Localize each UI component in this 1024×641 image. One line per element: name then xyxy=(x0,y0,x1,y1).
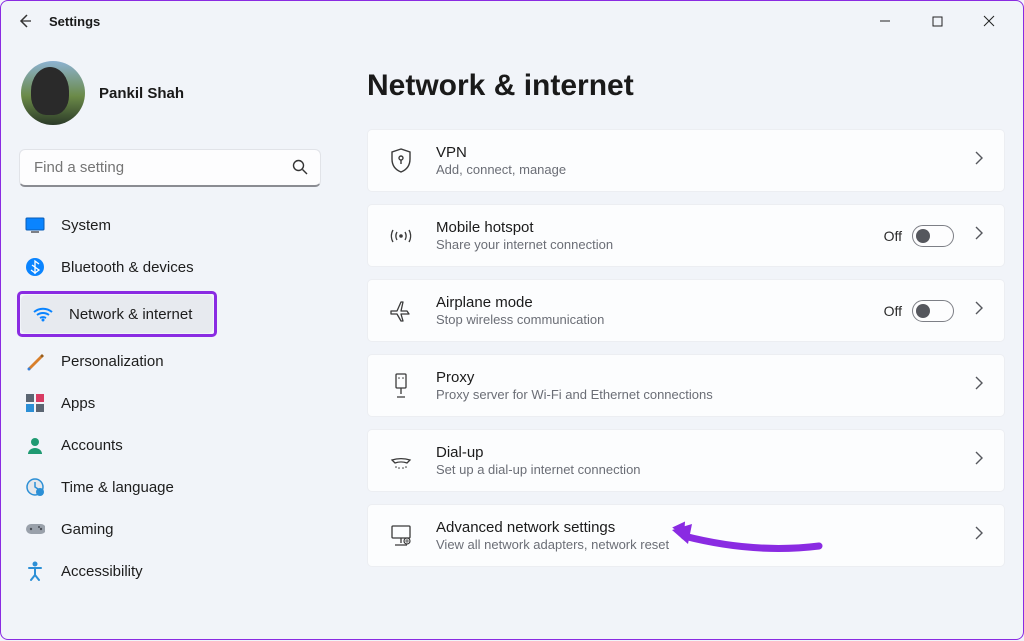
card-vpn[interactable]: VPN Add, connect, manage xyxy=(367,129,1005,192)
card-title: Airplane mode xyxy=(436,294,884,311)
sidebar-item-personalization[interactable]: Personalization xyxy=(13,341,327,381)
sidebar-item-gaming[interactable]: Gaming xyxy=(13,509,327,549)
page-title: Network & internet xyxy=(367,69,1005,103)
window-controls xyxy=(863,6,1011,36)
sidebar-item-network[interactable]: Network & internet xyxy=(21,295,213,333)
sidebar: Pankil Shah System Bluetooth & devices N… xyxy=(1,41,339,641)
proxy-icon xyxy=(388,373,414,399)
bluetooth-icon xyxy=(25,257,45,277)
hotspot-toggle[interactable] xyxy=(912,225,954,247)
search-icon xyxy=(291,158,309,181)
card-title: Advanced network settings xyxy=(436,519,974,536)
back-button[interactable] xyxy=(13,9,37,33)
time-icon xyxy=(25,477,45,497)
user-name: Pankil Shah xyxy=(99,85,184,102)
sidebar-item-label: Bluetooth & devices xyxy=(61,259,194,276)
close-icon xyxy=(983,15,995,27)
maximize-icon xyxy=(932,16,943,27)
sidebar-item-accessibility[interactable]: Accessibility xyxy=(13,551,327,591)
avatar xyxy=(21,61,85,125)
chevron-right-icon xyxy=(974,226,984,245)
card-subtitle: Set up a dial-up internet connection xyxy=(436,462,974,477)
sidebar-item-bluetooth[interactable]: Bluetooth & devices xyxy=(13,247,327,287)
card-subtitle: Proxy server for Wi-Fi and Ethernet conn… xyxy=(436,387,974,402)
chevron-right-icon xyxy=(974,151,984,170)
sidebar-item-label: Personalization xyxy=(61,353,164,370)
card-subtitle: Share your internet connection xyxy=(436,237,884,252)
card-title: Proxy xyxy=(436,369,974,386)
apps-icon xyxy=(25,393,45,413)
card-text: Advanced network settings View all netwo… xyxy=(436,519,974,552)
chevron-right-icon xyxy=(974,451,984,470)
arrow-left-icon xyxy=(17,13,33,29)
card-text: Airplane mode Stop wireless communicatio… xyxy=(436,294,884,327)
title-bar: Settings xyxy=(1,1,1023,41)
main-content: Network & internet VPN Add, connect, man… xyxy=(339,41,1023,641)
card-text: VPN Add, connect, manage xyxy=(436,144,974,177)
card-subtitle: Add, connect, manage xyxy=(436,162,974,177)
card-hotspot[interactable]: Mobile hotspot Share your internet conne… xyxy=(367,204,1005,267)
sidebar-item-label: System xyxy=(61,217,111,234)
accounts-icon xyxy=(25,435,45,455)
card-text: Mobile hotspot Share your internet conne… xyxy=(436,219,884,252)
sidebar-item-time[interactable]: Time & language xyxy=(13,467,327,507)
card-subtitle: Stop wireless communication xyxy=(436,312,884,327)
sidebar-item-apps[interactable]: Apps xyxy=(13,383,327,423)
sidebar-item-label: Apps xyxy=(61,395,95,412)
gaming-icon xyxy=(25,519,45,539)
vpn-icon xyxy=(388,148,414,174)
card-text: Proxy Proxy server for Wi-Fi and Etherne… xyxy=(436,369,974,402)
profile-block[interactable]: Pankil Shah xyxy=(13,51,327,149)
advanced-icon xyxy=(388,523,414,549)
card-proxy[interactable]: Proxy Proxy server for Wi-Fi and Etherne… xyxy=(367,354,1005,417)
chevron-right-icon xyxy=(974,301,984,320)
toggle-knob xyxy=(916,304,930,318)
card-text: Dial-up Set up a dial-up internet connec… xyxy=(436,444,974,477)
sidebar-item-label: Network & internet xyxy=(69,306,192,323)
dialup-icon xyxy=(388,448,414,474)
system-icon xyxy=(25,215,45,235)
maximize-button[interactable] xyxy=(915,6,959,36)
card-dialup[interactable]: Dial-up Set up a dial-up internet connec… xyxy=(367,429,1005,492)
toggle-state-label: Off xyxy=(884,303,902,319)
card-airplane[interactable]: Airplane mode Stop wireless communicatio… xyxy=(367,279,1005,342)
toggle-state-label: Off xyxy=(884,228,902,244)
hotspot-icon xyxy=(388,223,414,249)
annotation-highlight: Network & internet xyxy=(17,291,217,337)
sidebar-item-label: Time & language xyxy=(61,479,174,496)
close-button[interactable] xyxy=(967,6,1011,36)
toggle-knob xyxy=(916,229,930,243)
minimize-button[interactable] xyxy=(863,6,907,36)
network-icon xyxy=(33,304,53,324)
sidebar-item-label: Accessibility xyxy=(61,563,143,580)
app-title: Settings xyxy=(49,14,100,29)
chevron-right-icon xyxy=(974,526,984,545)
search-input[interactable] xyxy=(19,149,321,187)
sidebar-item-accounts[interactable]: Accounts xyxy=(13,425,327,465)
sidebar-item-label: Accounts xyxy=(61,437,123,454)
card-title: Dial-up xyxy=(436,444,974,461)
chevron-right-icon xyxy=(974,376,984,395)
airplane-toggle[interactable] xyxy=(912,300,954,322)
card-title: VPN xyxy=(436,144,974,161)
airplane-icon xyxy=(388,298,414,324)
sidebar-item-system[interactable]: System xyxy=(13,205,327,245)
personalization-icon xyxy=(25,351,45,371)
card-advanced[interactable]: Advanced network settings View all netwo… xyxy=(367,504,1005,567)
sidebar-nav: System Bluetooth & devices Network & int… xyxy=(13,205,327,591)
sidebar-item-label: Gaming xyxy=(61,521,114,538)
card-subtitle: View all network adapters, network reset xyxy=(436,537,974,552)
accessibility-icon xyxy=(25,561,45,581)
minimize-icon xyxy=(879,15,891,27)
search-container xyxy=(19,149,321,187)
card-title: Mobile hotspot xyxy=(436,219,884,236)
